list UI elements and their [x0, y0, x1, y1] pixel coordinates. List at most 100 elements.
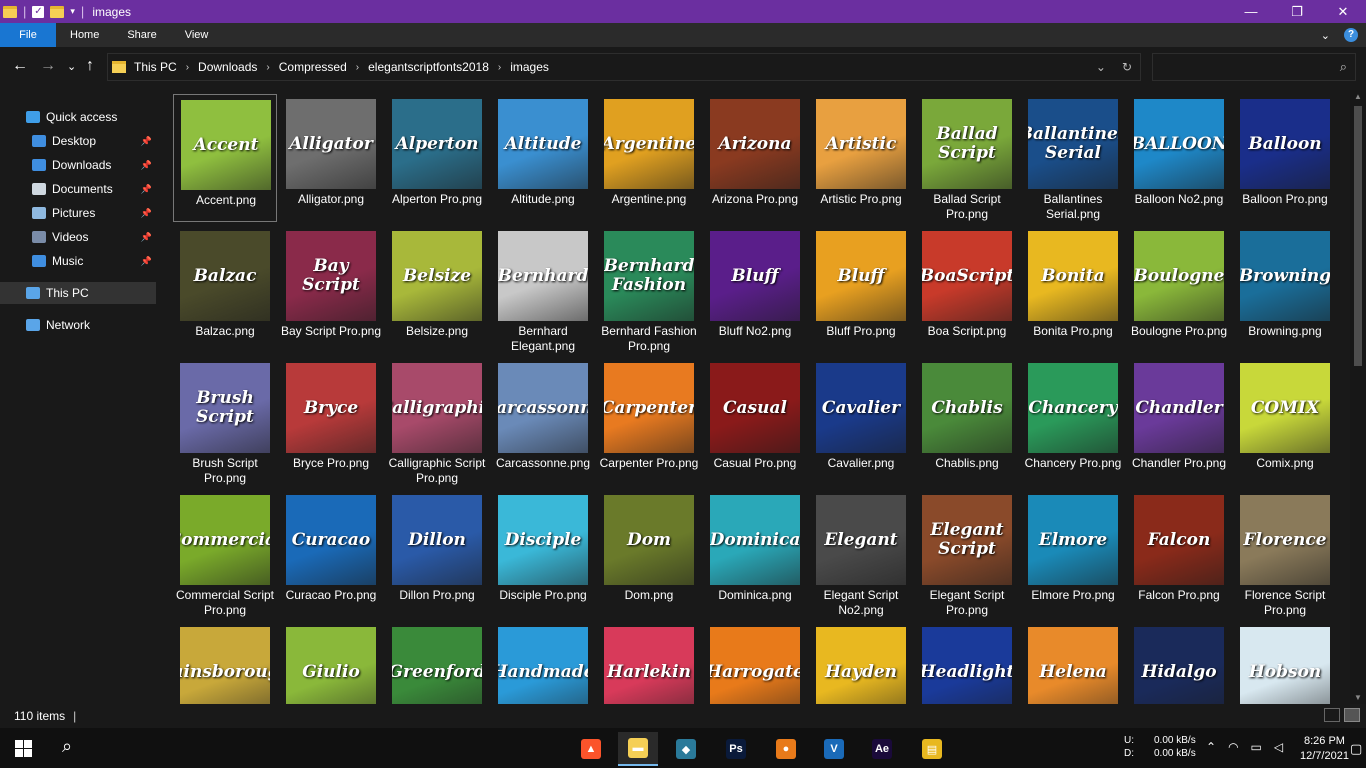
file-item[interactable]: Bay Script Bay Script Pro.png [279, 226, 383, 354]
large-icons-view-button[interactable] [1344, 708, 1360, 722]
file-item[interactable]: Argentine Argentine.png [597, 94, 701, 222]
taskbar-app-file-explorer[interactable]: ▬ [618, 732, 658, 766]
search-input[interactable]: ⌕ [1152, 53, 1356, 81]
taskbar-app-brave-browser[interactable]: ▲ [571, 732, 611, 766]
speaker-icon[interactable]: ◁ [1274, 740, 1283, 754]
file-item[interactable]: Ballantines Serial Ballantines Serial.png [1021, 94, 1125, 222]
sidebar-item-this-pc[interactable]: This PC [0, 282, 156, 304]
taskbar-app-after-effects[interactable]: Ae [862, 732, 902, 766]
file-item[interactable]: Chablis Chablis.png [915, 358, 1019, 486]
file-item[interactable]: Carpenter Carpenter Pro.png [597, 358, 701, 486]
file-item[interactable]: COMIX Comix.png [1233, 358, 1337, 486]
new-folder-icon[interactable] [50, 5, 65, 18]
file-item[interactable]: Arizona Arizona Pro.png [703, 94, 807, 222]
customize-toolbar-icon[interactable]: ▾ [70, 6, 75, 17]
file-item[interactable]: Browning Browning.png [1233, 226, 1337, 354]
file-item[interactable]: Dillon Dillon Pro.png [385, 490, 489, 618]
file-item[interactable]: Headlight [915, 622, 1019, 704]
back-button[interactable]: ← [12, 57, 28, 75]
notification-icon[interactable]: ▢ [1350, 741, 1362, 757]
file-item[interactable]: Altitude Altitude.png [491, 94, 595, 222]
file-item[interactable]: Calligraphic Calligraphic Script Pro.png [385, 358, 489, 486]
file-item[interactable]: Hidalgo [1127, 622, 1231, 704]
wifi-icon[interactable]: ◠ [1228, 740, 1238, 754]
taskbar-app-fl-studio[interactable]: ● [766, 732, 806, 766]
help-icon[interactable]: ? [1344, 28, 1358, 42]
file-item[interactable]: Harrogate [703, 622, 807, 704]
file-item[interactable]: Brush Script Brush Script Pro.png [173, 358, 277, 486]
file-item[interactable]: Belsize Belsize.png [385, 226, 489, 354]
details-view-button[interactable] [1324, 708, 1340, 722]
tab-file[interactable]: File [0, 23, 56, 47]
expand-ribbon-icon[interactable]: ⌄ [1321, 29, 1330, 42]
taskbar-app-photoshop[interactable]: Ps [716, 732, 756, 766]
scroll-down-icon[interactable]: ▼ [1354, 693, 1362, 702]
sidebar-item-network[interactable]: Network [0, 314, 156, 336]
address-bar[interactable]: This PC › Downloads › Compressed › elegants… [107, 53, 1141, 81]
file-item[interactable]: Commercial Commercial Script Pro.png [173, 490, 277, 618]
sidebar-item-desktop[interactable]: Desktop 📌 [0, 130, 156, 152]
file-item[interactable]: Balloon Balloon Pro.png [1233, 94, 1337, 222]
file-item[interactable]: Florence Florence Script Pro.png [1233, 490, 1337, 618]
battery-icon[interactable]: ▭ [1251, 740, 1262, 754]
file-item[interactable]: Elegant Elegant Script No2.png [809, 490, 913, 618]
chevron-up-icon[interactable]: ⌃ [1206, 740, 1216, 754]
taskbar-app-vegas[interactable]: V [814, 732, 854, 766]
taskbar-app-installer[interactable]: ◆ [666, 732, 706, 766]
file-item[interactable]: Bernhard Bernhard Elegant.png [491, 226, 595, 354]
file-item[interactable]: Elegant Script Elegant Script Pro.png [915, 490, 1019, 618]
file-item[interactable]: Bluff Bluff Pro.png [809, 226, 913, 354]
sidebar-item-downloads[interactable]: Downloads 📌 [0, 154, 156, 176]
search-icon[interactable]: ⌕ [62, 736, 72, 757]
file-item[interactable]: Hayden [809, 622, 913, 704]
file-item[interactable]: Cavalier Cavalier.png [809, 358, 913, 486]
forward-button[interactable]: → [40, 57, 56, 75]
file-item[interactable]: Alligator Alligator.png [279, 94, 383, 222]
file-item[interactable]: Boulogne Boulogne Pro.png [1127, 226, 1231, 354]
file-item[interactable]: Carcassonne Carcassonne.png [491, 358, 595, 486]
sidebar-item-videos[interactable]: Videos 📌 [0, 226, 156, 248]
file-item[interactable]: Handmade [491, 622, 595, 704]
file-item[interactable]: Ballad Script Ballad Script Pro.png [915, 94, 1019, 222]
file-item[interactable]: Chancery Chancery Pro.png [1021, 358, 1125, 486]
breadcrumb-images[interactable]: images [510, 60, 549, 74]
vertical-scrollbar[interactable]: ▲ ▼ [1350, 90, 1366, 704]
file-item[interactable]: Bluff Bluff No2.png [703, 226, 807, 354]
start-button[interactable] [15, 740, 32, 757]
file-item[interactable]: BALLOON Balloon No2.png [1127, 94, 1231, 222]
breadcrumb-this-pc[interactable]: This PC › [134, 60, 198, 74]
file-item[interactable]: Disciple Disciple Pro.png [491, 490, 595, 618]
breadcrumb-elegantscriptfonts2018[interactable]: elegantscriptfonts2018 › [368, 60, 510, 74]
refresh-icon[interactable]: ↻ [1122, 60, 1132, 74]
sidebar-item-documents[interactable]: Documents 📌 [0, 178, 156, 200]
tab-share[interactable]: Share [113, 23, 170, 47]
file-item[interactable]: Bonita Bonita Pro.png [1021, 226, 1125, 354]
close-button[interactable]: ✕ [1320, 0, 1366, 23]
file-item[interactable]: Dom Dom.png [597, 490, 701, 618]
sidebar-item-quick-access[interactable]: Quick access [0, 106, 156, 128]
file-item[interactable]: Bernhard Fashion Bernhard Fashion Pro.png [597, 226, 701, 354]
breadcrumb-downloads[interactable]: Downloads › [198, 60, 279, 74]
scroll-up-icon[interactable]: ▲ [1354, 92, 1362, 101]
file-item[interactable]: Artistic Artistic Pro.png [809, 94, 913, 222]
file-item[interactable]: Falcon Falcon Pro.png [1127, 490, 1231, 618]
file-item[interactable]: BoaScript Boa Script.png [915, 226, 1019, 354]
file-item[interactable]: Helena [1021, 622, 1125, 704]
tab-home[interactable]: Home [56, 23, 113, 47]
recent-locations-button[interactable]: ⌄ [67, 60, 76, 73]
file-item[interactable]: Greenford [385, 622, 489, 704]
file-item[interactable]: Curacao Curacao Pro.png [279, 490, 383, 618]
minimize-button[interactable]: — [1228, 0, 1274, 23]
properties-icon[interactable]: ✓ [32, 5, 45, 18]
file-item[interactable]: Chandler Chandler Pro.png [1127, 358, 1231, 486]
file-item[interactable]: Bryce Bryce Pro.png [279, 358, 383, 486]
sidebar-item-music[interactable]: Music 📌 [0, 250, 156, 272]
file-item[interactable]: Harlekin [597, 622, 701, 704]
address-dropdown-icon[interactable]: ⌄ [1096, 60, 1106, 74]
file-item[interactable]: Balzac Balzac.png [173, 226, 277, 354]
file-item[interactable]: Hobson [1233, 622, 1337, 704]
file-item[interactable]: Giulio [279, 622, 383, 704]
file-item[interactable]: Casual Casual Pro.png [703, 358, 807, 486]
file-item[interactable]: Gainsborough [173, 622, 277, 704]
tab-view[interactable]: View [171, 23, 223, 47]
